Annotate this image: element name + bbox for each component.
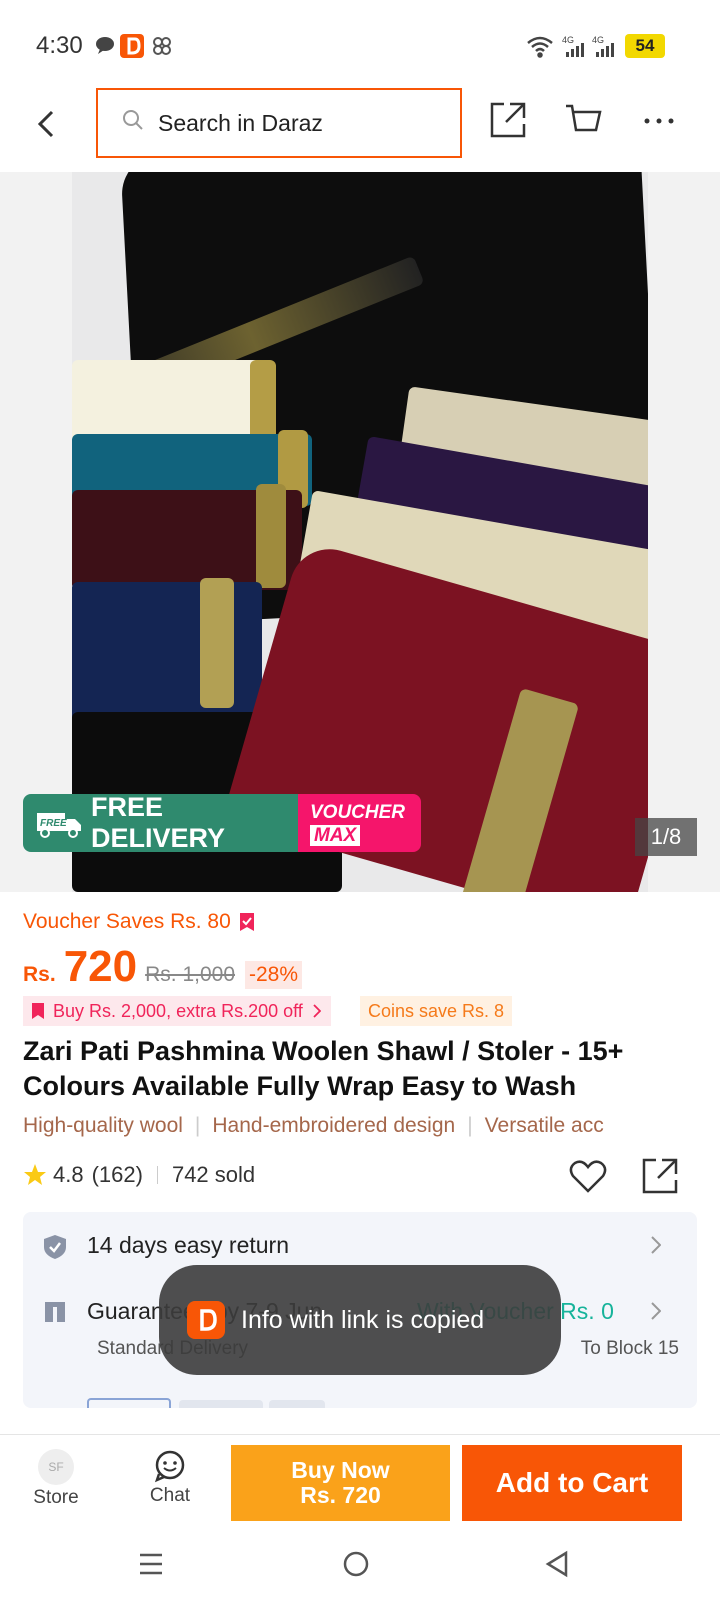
free-delivery-text: FREE DELIVERY — [91, 794, 226, 852]
wishlist-heart-icon[interactable] — [568, 1156, 608, 1196]
rating-row[interactable]: 4.8 (162) 742 sold — [23, 1162, 255, 1188]
signal-4g-icon: 4G — [562, 34, 588, 58]
bulk-promo-tag[interactable]: Buy Rs. 2,000, extra Rs.200 off — [23, 996, 331, 1026]
rating-count: (162) — [91, 1162, 143, 1187]
current-price: 720 — [63, 942, 138, 991]
voucher-saves-label: Voucher Saves Rs. 80 — [23, 910, 255, 934]
currency-label: Rs. — [23, 963, 56, 986]
chat-bubble-icon — [94, 34, 118, 58]
status-bar: 4:30 4G 4G 54 — [0, 0, 720, 82]
variant-thumbnail[interactable] — [87, 1398, 171, 1408]
rating-value: 4.8 — [53, 1162, 84, 1187]
add-to-cart-label: Add to Cart — [495, 1467, 649, 1498]
share-product-icon[interactable] — [640, 1156, 680, 1196]
daraz-logo-icon — [187, 1301, 225, 1339]
recent-apps-icon[interactable] — [138, 1552, 164, 1581]
truck-icon: FREE — [35, 807, 83, 839]
link-copied-toast: Info with link is copied — [159, 1265, 561, 1375]
chat-icon — [153, 1449, 187, 1483]
shield-check-icon — [43, 1234, 67, 1265]
battery-indicator: 54 — [625, 34, 665, 58]
pinwheel-icon — [150, 34, 174, 58]
more-options-icon[interactable] — [642, 106, 676, 136]
chevron-right-icon — [313, 1004, 321, 1018]
return-policy-text: 14 days easy return — [87, 1232, 290, 1258]
store-label: Store — [33, 1487, 79, 1508]
highlight-item: Hand-embroidered design — [212, 1114, 456, 1137]
bulk-promo-text: Buy Rs. 2,000, extra Rs.200 off — [53, 1000, 303, 1021]
delivery-destination-text: To Block 15 — [580, 1338, 679, 1359]
cart-icon[interactable] — [564, 100, 604, 140]
product-title: Zari Pati Pashmina Woolen Shawl / Stoler… — [23, 1036, 624, 1101]
system-navigation-bar — [0, 1528, 720, 1600]
wifi-icon — [526, 34, 556, 58]
share-icon[interactable] — [488, 100, 528, 140]
voucher-saves-text: Voucher Saves Rs. 80 — [23, 910, 231, 933]
search-placeholder: Search in Daraz — [158, 109, 323, 136]
free-delivery-voucher-banner: FREE FREE DELIVERY VOUCHER MAX — [23, 794, 421, 852]
buy-now-button[interactable]: Buy Now Rs. 720 — [231, 1445, 450, 1521]
coins-save-tag: Coins save Rs. 8 — [360, 996, 513, 1026]
free-delivery-badge: FREE FREE DELIVERY — [23, 794, 298, 852]
sold-count: 742 sold — [171, 1162, 256, 1187]
svg-text:4G: 4G — [592, 35, 604, 45]
voucher-max-line1: VOUCHER — [310, 802, 406, 823]
home-circle-icon[interactable] — [342, 1550, 370, 1583]
product-highlights: High-quality wool | Hand-embroidered desig… — [23, 1114, 604, 1137]
variant-thumbnail[interactable] — [269, 1400, 325, 1408]
search-icon — [122, 109, 158, 137]
highlight-item: Versatile acc — [484, 1114, 604, 1137]
voucher-max-badge: VOUCHER MAX — [298, 794, 421, 852]
delivery-box-icon — [43, 1300, 67, 1329]
voucher-max-line2: MAX — [310, 825, 361, 846]
daraz-app-icon — [120, 34, 144, 58]
chat-button[interactable]: Chat — [132, 1445, 208, 1521]
variant-thumbnail[interactable] — [179, 1400, 263, 1408]
top-navigation-bar: Search in Daraz — [0, 82, 720, 172]
buy-now-price: Rs. 720 — [300, 1482, 381, 1508]
svg-text:FREE: FREE — [40, 818, 67, 829]
price-row: Rs. 720 Rs. 1,000 -28% — [23, 942, 303, 992]
discount-badge: -28% — [245, 961, 303, 989]
buy-now-label: Buy Now — [291, 1457, 390, 1483]
bottom-action-bar: SF Store Chat Buy Now Rs. 720 Add to Car… — [0, 1434, 720, 1529]
store-button[interactable]: SF Store — [18, 1445, 94, 1521]
chevron-right-icon — [651, 1236, 662, 1259]
product-photo-shawls — [72, 172, 648, 892]
highlight-item: High-quality wool — [23, 1114, 183, 1137]
back-arrow-icon[interactable] — [32, 104, 64, 144]
signal-4g-icon-2: 4G — [592, 34, 618, 58]
chat-label: Chat — [149, 1485, 191, 1506]
add-to-cart-button[interactable]: Add to Cart — [462, 1445, 682, 1521]
back-triangle-icon[interactable] — [544, 1550, 570, 1583]
toast-text: Info with link is copied — [241, 1305, 485, 1334]
voucher-icon — [239, 912, 255, 932]
promo-voucher-icon — [31, 1002, 45, 1020]
image-counter: 1/8 — [635, 818, 697, 856]
search-input[interactable]: Search in Daraz — [96, 88, 462, 158]
svg-text:4G: 4G — [562, 35, 574, 45]
original-price: Rs. 1,000 — [145, 963, 235, 986]
status-time: 4:30 — [36, 32, 83, 59]
product-image-gallery[interactable]: FREE FREE DELIVERY VOUCHER MAX 1/8 — [0, 172, 720, 892]
star-icon — [23, 1163, 47, 1187]
chevron-right-icon — [651, 1302, 662, 1325]
store-avatar: SF — [38, 1449, 74, 1485]
